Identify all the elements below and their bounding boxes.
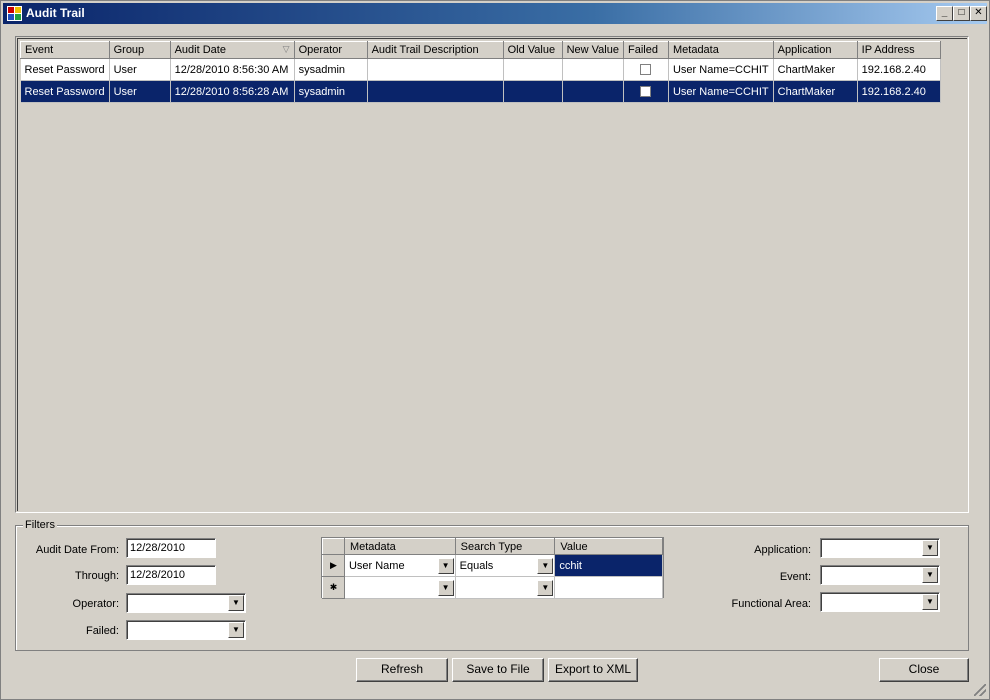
cell-description[interactable] bbox=[367, 58, 504, 81]
audit-grid-body: Event Group Audit Date ▽ Operator Audit T… bbox=[17, 38, 967, 511]
new-row-icon[interactable]: ✱ bbox=[322, 576, 345, 599]
value-cell[interactable]: cchit bbox=[554, 554, 663, 577]
col-header-value[interactable]: Value bbox=[554, 538, 663, 555]
operator-combo[interactable]: ▼ bbox=[126, 593, 246, 613]
chevron-down-icon[interactable]: ▼ bbox=[228, 622, 244, 638]
grid-header-row: Event Group Audit Date ▽ Operator Audit T… bbox=[20, 41, 941, 59]
cell-operator[interactable]: sysadmin bbox=[294, 80, 368, 103]
cell-group[interactable]: User bbox=[109, 80, 171, 103]
chevron-down-icon[interactable]: ▼ bbox=[922, 594, 938, 610]
failed-label: Failed: bbox=[85, 625, 119, 637]
export-xml-button[interactable]: Export to XML bbox=[548, 658, 638, 682]
cell-operator[interactable]: sysadmin bbox=[294, 58, 368, 81]
chevron-down-icon[interactable]: ▼ bbox=[537, 558, 554, 574]
cell-metadata[interactable]: User Name=CCHIT bbox=[668, 58, 774, 81]
col-header-metadata[interactable]: Metadata bbox=[667, 41, 774, 59]
cell-failed[interactable] bbox=[623, 80, 669, 103]
cell-ip-address[interactable]: 192.168.2.40 bbox=[857, 80, 941, 103]
metadata-filter-grid[interactable]: Metadata Search Type Value ▶ User Name ▼… bbox=[321, 537, 664, 599]
current-row-icon[interactable]: ▶ bbox=[322, 554, 345, 577]
col-header-group[interactable]: Group bbox=[108, 41, 171, 59]
col-header-description[interactable]: Audit Trail Description bbox=[366, 41, 504, 59]
search-type-value: Equals bbox=[459, 559, 494, 572]
col-header-operator[interactable]: Operator bbox=[293, 41, 368, 59]
audit-table: Event Group Audit Date ▽ Operator Audit T… bbox=[20, 41, 941, 103]
audit-date-from-label: Audit Date From: bbox=[35, 544, 119, 556]
col-header-application[interactable]: Application bbox=[772, 41, 858, 59]
audit-date-from-input[interactable]: 12/28/2010 bbox=[126, 538, 216, 558]
metadata-filter-row[interactable]: ▶ User Name ▼ Equals ▼ cchit bbox=[322, 554, 663, 577]
col-header-metadata-filter[interactable]: Metadata bbox=[343, 538, 456, 555]
cell-new-value[interactable] bbox=[562, 58, 624, 81]
application-label: Application: bbox=[754, 544, 811, 556]
table-row[interactable]: Reset Password User 12/28/2010 8:56:30 A… bbox=[20, 58, 941, 81]
cell-old-value[interactable] bbox=[503, 58, 563, 81]
cell-old-value[interactable] bbox=[503, 80, 563, 103]
metadata-field-cell[interactable]: User Name ▼ bbox=[344, 554, 456, 577]
col-header-ip-address[interactable]: IP Address bbox=[856, 41, 941, 59]
functional-area-label: Functional Area: bbox=[731, 598, 812, 610]
chevron-down-icon[interactable]: ▼ bbox=[922, 567, 938, 583]
failed-combo[interactable]: ▼ bbox=[126, 620, 246, 640]
chevron-down-icon[interactable]: ▼ bbox=[922, 540, 938, 556]
failed-checkbox[interactable] bbox=[640, 64, 652, 76]
title-bar: Audit Trail _ □ ✕ bbox=[3, 3, 987, 24]
sort-descending-icon: ▽ bbox=[282, 44, 290, 54]
metadata-filter-table: Metadata Search Type Value ▶ User Name ▼… bbox=[322, 538, 663, 599]
through-date-input[interactable]: 12/28/2010 bbox=[126, 565, 216, 585]
audit-trail-window: Audit Trail _ □ ✕ Event Group Audit Date… bbox=[0, 0, 990, 700]
save-to-file-button[interactable]: Save to File bbox=[452, 658, 544, 682]
chevron-down-icon[interactable]: ▼ bbox=[437, 580, 454, 596]
minimize-button[interactable]: _ bbox=[936, 6, 953, 21]
value-cell[interactable] bbox=[554, 576, 663, 599]
metadata-field-cell[interactable]: ▼ bbox=[344, 576, 456, 599]
window-title: Audit Trail bbox=[26, 6, 85, 20]
col-header-failed[interactable]: Failed bbox=[622, 41, 669, 59]
maximize-button[interactable]: □ bbox=[953, 6, 970, 21]
application-combo[interactable]: ▼ bbox=[820, 538, 940, 558]
cell-metadata[interactable]: User Name=CCHIT bbox=[668, 80, 774, 103]
failed-checkbox[interactable] bbox=[640, 86, 652, 98]
cell-failed[interactable] bbox=[623, 58, 669, 81]
col-header-audit-date[interactable]: Audit Date ▽ bbox=[169, 41, 295, 59]
cell-group[interactable]: User bbox=[109, 58, 171, 81]
cell-audit-date[interactable]: 12/28/2010 8:56:30 AM bbox=[170, 58, 295, 81]
event-combo[interactable]: ▼ bbox=[820, 565, 940, 585]
search-type-cell[interactable]: ▼ bbox=[455, 576, 556, 599]
app-icon bbox=[7, 6, 22, 21]
cell-audit-date[interactable]: 12/28/2010 8:56:28 AM bbox=[170, 80, 295, 103]
search-type-cell[interactable]: Equals ▼ bbox=[455, 554, 556, 577]
operator-label: Operator: bbox=[72, 598, 119, 610]
chevron-down-icon[interactable]: ▼ bbox=[537, 580, 554, 596]
through-label: Through: bbox=[74, 570, 119, 582]
metadata-grid-header: Metadata Search Type Value bbox=[322, 538, 663, 555]
col-header-event[interactable]: Event bbox=[20, 41, 110, 59]
cell-application[interactable]: ChartMaker bbox=[773, 80, 858, 103]
cell-description[interactable] bbox=[367, 80, 504, 103]
audit-grid[interactable]: Event Group Audit Date ▽ Operator Audit T… bbox=[15, 36, 969, 513]
col-header-old-value[interactable]: Old Value bbox=[502, 41, 563, 59]
cell-event[interactable]: Reset Password bbox=[20, 58, 110, 81]
metadata-row-header-corner bbox=[322, 538, 345, 555]
resize-grip-icon[interactable] bbox=[974, 684, 986, 696]
event-label: Event: bbox=[779, 571, 811, 583]
cell-new-value[interactable] bbox=[562, 80, 624, 103]
chevron-down-icon[interactable]: ▼ bbox=[437, 558, 454, 574]
filters-legend: Filters bbox=[23, 519, 57, 531]
col-header-new-value[interactable]: New Value bbox=[561, 41, 624, 59]
cell-application[interactable]: ChartMaker bbox=[773, 58, 858, 81]
close-window-button[interactable]: ✕ bbox=[970, 6, 987, 21]
functional-area-combo[interactable]: ▼ bbox=[820, 592, 940, 612]
col-header-search-type[interactable]: Search Type bbox=[454, 538, 556, 555]
refresh-button[interactable]: Refresh bbox=[356, 658, 448, 682]
col-header-audit-date-label: Audit Date bbox=[174, 44, 226, 56]
chevron-down-icon[interactable]: ▼ bbox=[228, 595, 244, 611]
table-row-selected[interactable]: Reset Password User 12/28/2010 8:56:28 A… bbox=[20, 80, 941, 103]
metadata-new-row[interactable]: ✱ ▼ ▼ bbox=[322, 576, 663, 599]
cell-ip-address[interactable]: 192.168.2.40 bbox=[857, 58, 941, 81]
metadata-field-value: User Name bbox=[348, 559, 405, 572]
close-button[interactable]: Close bbox=[879, 658, 969, 682]
cell-event[interactable]: Reset Password bbox=[20, 80, 110, 103]
